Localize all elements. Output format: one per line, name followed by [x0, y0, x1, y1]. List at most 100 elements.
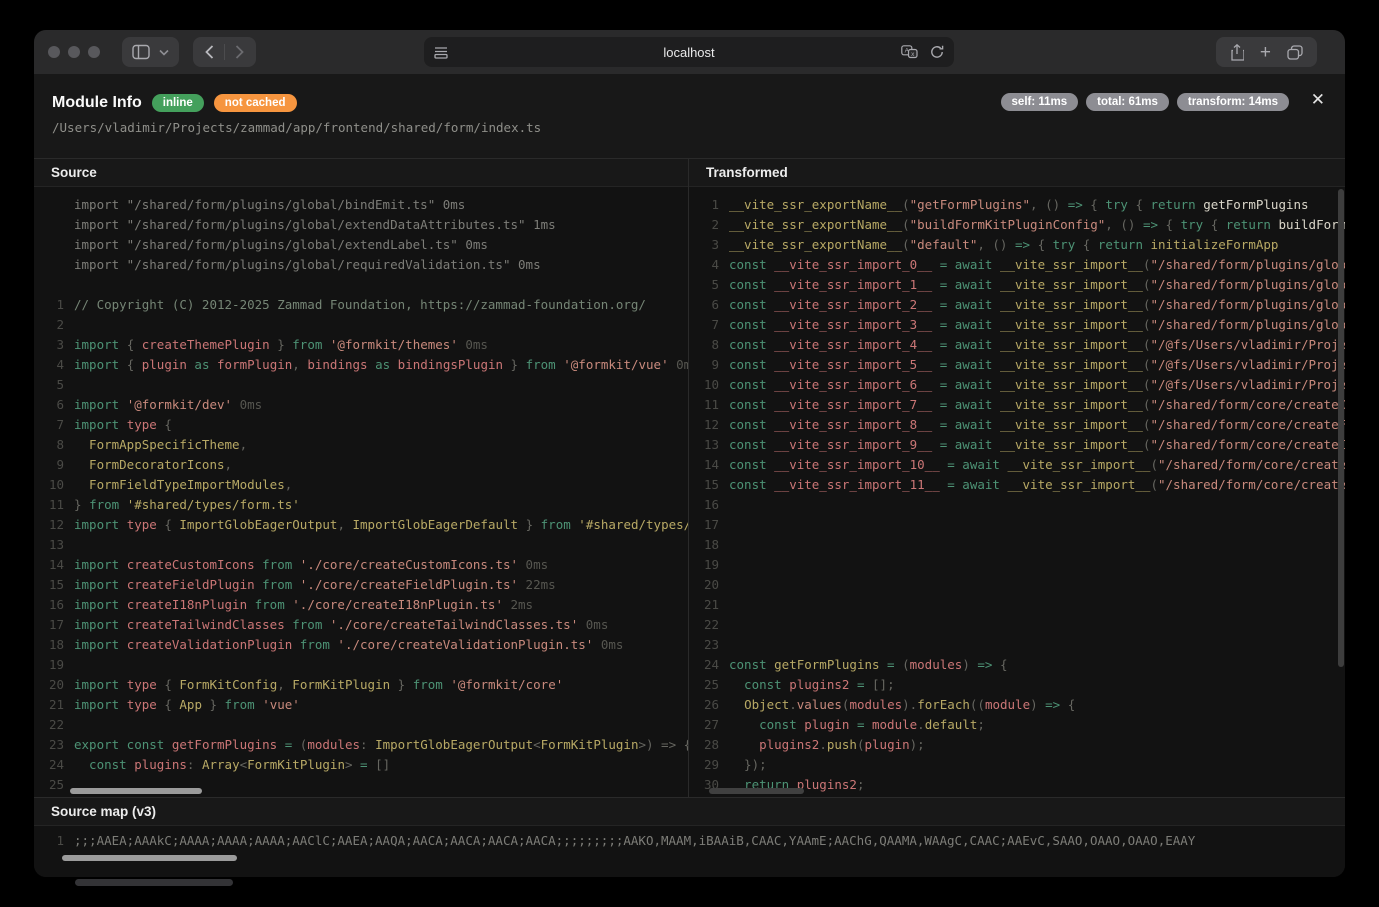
svg-text:A: A — [905, 48, 910, 55]
code-line: 16import createI18nPlugin from './core/c… — [40, 595, 688, 615]
new-tab-icon[interactable]: + — [1260, 43, 1271, 62]
line-number: 23 — [40, 735, 64, 755]
close-window-button[interactable] — [48, 46, 60, 58]
code-line: 8const __vite_ssr_import_4__ = await __v… — [695, 335, 1345, 355]
line-number: 27 — [695, 715, 719, 735]
code-line: 3__vite_ssr_exportName__("default", () =… — [695, 235, 1345, 255]
close-icon[interactable]: ✕ — [1311, 90, 1325, 110]
code-line: 5 — [40, 375, 688, 395]
code-line: 20 — [695, 575, 1345, 595]
forward-button[interactable] — [235, 45, 244, 59]
line-number: 11 — [695, 395, 719, 415]
code-line: 10 FormFieldTypeImportModules, — [40, 475, 688, 495]
code-line: 5const __vite_ssr_import_1__ = await __v… — [695, 275, 1345, 295]
transformed-code-view[interactable]: 1__vite_ssr_exportName__("getFormPlugins… — [689, 187, 1345, 797]
line-number: 21 — [40, 695, 64, 715]
line-number: 23 — [695, 635, 719, 655]
line-number: 28 — [695, 735, 719, 755]
minimize-window-button[interactable] — [68, 46, 80, 58]
transformed-vertical-scrollbar[interactable] — [1338, 189, 1344, 667]
sourcemap-code-view[interactable]: 1;;;AAEA;AAAkC;AAAA;AAAA;AAAA;AAClC;AAEA… — [34, 826, 1345, 877]
address-bar-url: localhost — [424, 45, 954, 60]
translate-icon[interactable]: x A — [901, 45, 918, 59]
tab-overview-icon[interactable] — [1287, 45, 1303, 60]
line-number: 20 — [40, 675, 64, 695]
code-line: 23export const getFormPlugins = (modules… — [40, 735, 688, 755]
code-panels: Source import "/shared/form/plugins/glob… — [34, 158, 1345, 797]
line-number: 16 — [40, 595, 64, 615]
source-horizontal-scrollbar[interactable] — [70, 788, 202, 794]
source-code-view[interactable]: import "/shared/form/plugins/global/bind… — [34, 187, 688, 797]
line-number: 24 — [40, 755, 64, 775]
code-line: 19 — [40, 655, 688, 675]
line-number — [40, 235, 64, 255]
line-number: 2 — [695, 215, 719, 235]
back-button[interactable] — [205, 45, 214, 59]
nav-button-group — [193, 37, 256, 67]
line-number: 1 — [40, 295, 64, 315]
reload-icon[interactable] — [930, 45, 944, 59]
line-number: 1 — [40, 831, 64, 851]
code-line: 9 FormDecoratorIcons, — [40, 455, 688, 475]
line-number: 14 — [40, 555, 64, 575]
traffic-lights — [48, 46, 100, 58]
window-actions-group: + — [1216, 37, 1317, 67]
code-line: 13 — [40, 535, 688, 555]
reader-view-icon[interactable] — [434, 46, 448, 59]
code-line: 4const __vite_ssr_import_0__ = await __v… — [695, 255, 1345, 275]
line-number: 6 — [40, 395, 64, 415]
line-number: 7 — [695, 315, 719, 335]
page-title: Module Info — [52, 94, 142, 112]
code-line: 2 — [40, 315, 688, 335]
line-number: 15 — [40, 575, 64, 595]
sidebar-button-group — [122, 37, 179, 67]
transform-time-badge: transform: 14ms — [1177, 93, 1289, 111]
transformed-horizontal-scrollbar[interactable] — [709, 788, 804, 794]
code-line: 9const __vite_ssr_import_5__ = await __v… — [695, 355, 1345, 375]
code-line: 24 const plugins: Array<FormKitPlugin> =… — [40, 755, 688, 775]
line-number: 15 — [695, 475, 719, 495]
code-line: 6import '@formkit/dev' 0ms — [40, 395, 688, 415]
code-line: 8 FormAppSpecificTheme, — [40, 435, 688, 455]
page-horizontal-scrollbar[interactable] — [75, 879, 233, 886]
line-number: 13 — [695, 435, 719, 455]
line-number: 10 — [40, 475, 64, 495]
line-number: 5 — [695, 275, 719, 295]
code-line: 22 — [695, 615, 1345, 635]
code-line: 13const __vite_ssr_import_9__ = await __… — [695, 435, 1345, 455]
sidebar-chevron-down-icon[interactable] — [159, 49, 169, 56]
total-time-badge: total: 61ms — [1086, 93, 1169, 111]
share-icon[interactable] — [1230, 44, 1244, 61]
code-line: 28 plugins2.push(plugin); — [695, 735, 1345, 755]
module-path: /Users/vladimir/Projects/zammad/app/fron… — [52, 120, 1327, 135]
line-number: 5 — [40, 375, 64, 395]
module-info-header: Module Info inline not cached self: 11ms… — [34, 74, 1345, 158]
code-line: import "/shared/form/plugins/global/bind… — [40, 195, 688, 215]
code-line: 1;;;AAEA;AAAkC;AAAA;AAAA;AAAA;AAClC;AAEA… — [40, 831, 1345, 851]
code-line: 15import createFieldPlugin from './core/… — [40, 575, 688, 595]
line-number: 13 — [40, 535, 64, 555]
code-line: 17 — [695, 515, 1345, 535]
zoom-window-button[interactable] — [88, 46, 100, 58]
sidebar-toggle-icon[interactable] — [132, 44, 150, 60]
line-number — [40, 255, 64, 275]
code-line: 11const __vite_ssr_import_7__ = await __… — [695, 395, 1345, 415]
line-number: 29 — [695, 755, 719, 775]
sourcemap-title: Source map (v3) — [34, 798, 1345, 826]
code-line: 21 — [695, 595, 1345, 615]
code-line: 27 const plugin = module.default; — [695, 715, 1345, 735]
code-line: 1__vite_ssr_exportName__("getFormPlugins… — [695, 195, 1345, 215]
code-line: 3import { createThemePlugin } from '@for… — [40, 335, 688, 355]
code-line: import "/shared/form/plugins/global/exte… — [40, 215, 688, 235]
source-pane: Source import "/shared/form/plugins/glob… — [34, 159, 689, 797]
code-line: 19 — [695, 555, 1345, 575]
code-line: 22 — [40, 715, 688, 735]
line-number — [40, 275, 64, 295]
line-number: 2 — [40, 315, 64, 335]
line-number: 25 — [40, 775, 64, 795]
sourcemap-horizontal-scrollbar[interactable] — [62, 855, 237, 861]
code-line: 2__vite_ssr_exportName__("buildFormKitPl… — [695, 215, 1345, 235]
code-line: 16 — [695, 495, 1345, 515]
address-bar[interactable]: localhost x A — [424, 37, 954, 67]
code-line: 23 — [695, 635, 1345, 655]
